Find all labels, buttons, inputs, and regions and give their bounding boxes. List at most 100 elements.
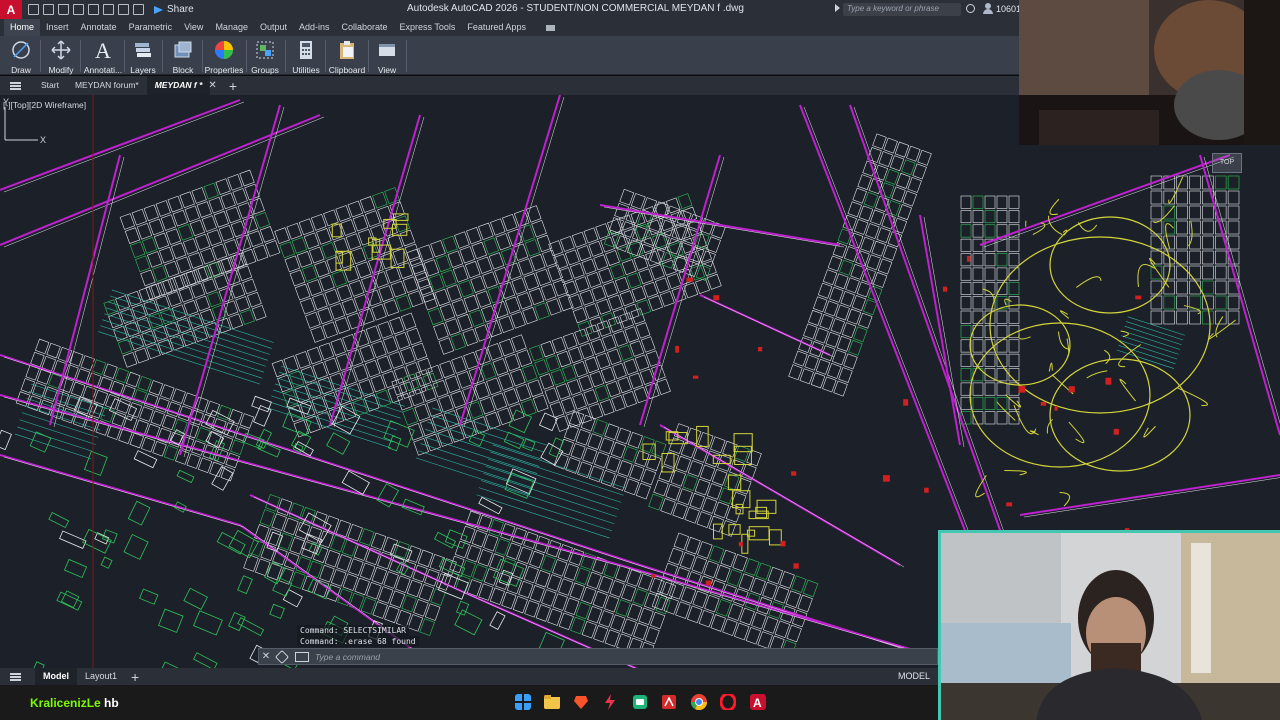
panel-groups-label: Groups <box>251 65 279 75</box>
chrome-icon[interactable] <box>691 694 707 710</box>
tab-insert[interactable]: Insert <box>40 19 75 36</box>
autocad-logo-icon[interactable]: A <box>0 0 22 19</box>
chevron-right-icon[interactable] <box>835 4 840 12</box>
webcam-feed-image <box>1019 0 1280 145</box>
overlay-suffix: hb <box>104 696 119 710</box>
opera-icon[interactable] <box>720 694 736 710</box>
green-lot <box>476 444 626 539</box>
calculator-icon <box>300 41 312 59</box>
panel-properties[interactable]: Properties <box>204 36 244 75</box>
open-file-icon[interactable] <box>43 4 54 15</box>
menu-icon[interactable] <box>10 672 21 681</box>
file-explorer-icon[interactable] <box>544 694 560 710</box>
building-block <box>1150 175 1240 325</box>
pdf-reader-icon[interactable] <box>661 694 677 710</box>
move-icon <box>51 40 71 60</box>
panel-block[interactable]: Block <box>168 36 198 75</box>
panel-divider <box>246 40 247 72</box>
building-block <box>103 252 267 368</box>
panel-divider <box>124 40 125 72</box>
stream-overlay-text: KralicenizLe hb <box>30 696 119 710</box>
file-tab-bar: Start MEYDAN forum* MEYDAN f * ✕ + <box>0 76 1020 95</box>
ucs-x-label: X <box>40 135 46 145</box>
plot-icon[interactable] <box>103 4 114 15</box>
command-input[interactable]: Type a command <box>313 652 937 662</box>
webcam-overlay-bottom <box>938 530 1280 720</box>
command-prompt-icon[interactable] <box>295 651 309 662</box>
building-block <box>271 312 439 438</box>
tab-parametric[interactable]: Parametric <box>123 19 179 36</box>
file-tab-meydan-forum[interactable]: MEYDAN forum* <box>67 76 147 95</box>
panel-divider <box>202 40 203 72</box>
panel-layers[interactable]: Layers <box>128 36 158 75</box>
panel-divider <box>162 40 163 72</box>
block-icon <box>174 41 192 58</box>
close-icon[interactable]: ✕ <box>259 651 273 662</box>
new-file-icon[interactable] <box>28 4 39 15</box>
search-input[interactable]: Type a keyword or phrase <box>843 3 961 16</box>
save-icon[interactable] <box>58 4 69 15</box>
undo-icon[interactable] <box>118 4 129 15</box>
file-tab-start[interactable]: Start <box>33 76 67 95</box>
panel-divider <box>325 40 326 72</box>
panel-draw[interactable]: Draw <box>6 36 36 75</box>
panel-clipboard[interactable]: Clipboard <box>328 36 366 75</box>
tab-view[interactable]: View <box>178 19 209 36</box>
window-title: Autodesk AutoCAD 2026 - STUDENT/NON COMM… <box>407 3 744 14</box>
panel-utilities[interactable]: Utilities <box>290 36 322 75</box>
panel-groups[interactable]: Groups <box>250 36 280 75</box>
tab-output[interactable]: Output <box>254 19 293 36</box>
green-lot <box>415 407 547 496</box>
tab-home[interactable]: Home <box>4 19 41 36</box>
panel-annotation-label: Annotati... <box>83 65 123 75</box>
draw-icon <box>12 41 30 59</box>
close-icon[interactable]: ✕ <box>208 80 216 91</box>
tab-featured-apps[interactable]: Featured Apps <box>461 19 532 36</box>
whatsapp-icon[interactable] <box>632 694 648 710</box>
panel-annotation[interactable]: A Annotati... <box>84 36 122 75</box>
file-tab-meydan-f[interactable]: MEYDAN f * <box>146 76 211 95</box>
tab-annotate[interactable]: Annotate <box>75 19 123 36</box>
share-button[interactable]: Share <box>154 4 194 15</box>
layout-tab-model[interactable]: Model <box>35 668 77 685</box>
share-icon <box>154 5 163 14</box>
layout-tab-bar: Model Layout1 + MODEL <box>0 668 940 685</box>
tab-express-tools[interactable]: Express Tools <box>394 19 462 36</box>
user-icon[interactable] <box>983 3 993 14</box>
model-space-toggle[interactable]: MODEL <box>898 671 930 681</box>
add-icon[interactable]: + <box>131 669 139 685</box>
wrench-icon[interactable] <box>274 649 290 664</box>
autocad-icon[interactable]: A <box>750 694 766 710</box>
viewcube[interactable]: TOP <box>1212 153 1242 173</box>
ribbon-options-icon[interactable] <box>545 24 555 31</box>
command-line: ✕ Type a command <box>258 648 938 665</box>
command-history: Command: SELECTSIMILAR Command: .erase 6… <box>297 625 937 647</box>
layout-tab-layout1[interactable]: Layout1 <box>77 668 125 685</box>
building-block <box>529 308 671 432</box>
panel-divider <box>406 40 407 72</box>
building-block <box>648 423 762 537</box>
green-lot <box>1116 316 1185 369</box>
group-icon <box>256 41 274 59</box>
ribbon-tab-bar: Home Insert Annotate Parametric View Man… <box>0 19 1020 36</box>
web-mobile-icon[interactable] <box>88 4 99 15</box>
ribbon-panels: Draw Modify A Annotati... Layers Block P… <box>0 36 1020 75</box>
menu-icon[interactable] <box>10 81 21 90</box>
search-icon[interactable] <box>966 4 975 13</box>
windows-start-icon[interactable] <box>515 694 531 710</box>
redo-icon[interactable] <box>133 4 144 15</box>
add-icon[interactable]: + <box>229 78 237 94</box>
tab-collaborate[interactable]: Collaborate <box>336 19 394 36</box>
panel-view[interactable]: View <box>372 36 402 75</box>
save-as-icon[interactable] <box>73 4 84 15</box>
command-history-line: Command: .erase 68 found <box>297 636 419 647</box>
panel-block-label: Block <box>172 65 194 75</box>
building-block <box>243 494 457 636</box>
brave-icon[interactable] <box>573 694 589 710</box>
tab-manage[interactable]: Manage <box>209 19 254 36</box>
share-label: Share <box>167 4 194 15</box>
panel-modify[interactable]: Modify <box>46 36 76 75</box>
bolt-app-icon[interactable] <box>602 694 618 710</box>
panel-divider <box>285 40 286 72</box>
tab-add-ins[interactable]: Add-ins <box>293 19 336 36</box>
